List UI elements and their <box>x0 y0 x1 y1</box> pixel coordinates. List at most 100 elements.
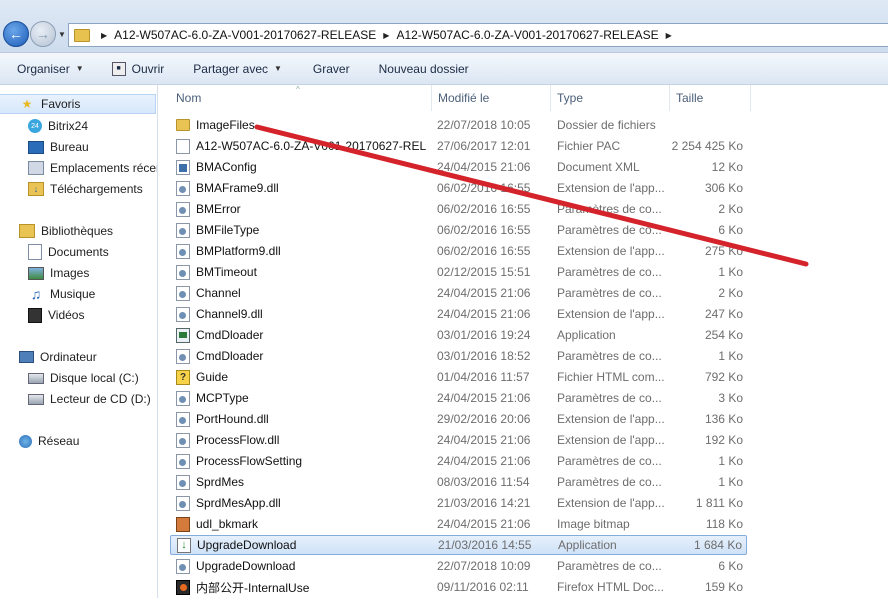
file-row[interactable]: CmdDloader 03/01/2016 18:52 Paramètres de … <box>170 346 747 366</box>
file-name: udl_bkmark <box>196 517 259 531</box>
file-row[interactable]: A12-W507AC-6.0-ZA-V001-20170627-REL... 27… <box>170 136 747 156</box>
open-button[interactable]: ■ Ouvrir <box>111 61 164 76</box>
file-type: Paramètres de co... <box>557 349 662 363</box>
nav-lecteur-cd[interactable]: Lecteur de CD (D:) <box>0 389 151 409</box>
settings-file-icon <box>176 285 190 301</box>
share-with-menu[interactable]: Partager avec ▼ <box>193 62 282 76</box>
file-row[interactable]: Channel9.dll 24/04/2015 21:06 Extension de… <box>170 304 747 324</box>
desktop-icon <box>28 140 44 154</box>
file-date: 01/04/2016 11:57 <box>437 370 530 384</box>
file-row[interactable]: ↓ UpgradeDownload 21/03/2016 14:55 Applicat… <box>170 535 747 555</box>
file-name: A12-W507AC-6.0-ZA-V001-20170627-REL... <box>196 139 426 153</box>
file-name-cell: ? Guide <box>176 369 426 385</box>
nav-label: Musique <box>50 287 96 301</box>
dll-icon <box>176 243 190 259</box>
file-type: Paramètres de co... <box>557 265 662 279</box>
breadcrumb-item[interactable]: A12-W507AC-6.0-ZA-V001-20170627-RELEASE <box>114 28 376 42</box>
column-header-label: Taille <box>676 91 704 105</box>
file-row[interactable]: ProcessFlowSetting 24/04/2015 21:06 Paramè… <box>170 451 747 471</box>
breadcrumb-chevron-icon[interactable]: ▶ <box>101 31 107 40</box>
file-row[interactable]: UpgradeDownload 22/07/2018 10:09 Paramètre… <box>170 556 747 576</box>
nav-label: Documents <box>48 245 109 259</box>
settings-file-icon <box>176 222 190 238</box>
nav-label: Bibliothèques <box>41 224 114 238</box>
file-type: Application <box>557 328 616 342</box>
file-type: Image bitmap <box>557 517 630 531</box>
nav-musique[interactable]: ♫ Musique <box>0 284 96 304</box>
file-name-cell: A12-W507AC-6.0-ZA-V001-20170627-REL... <box>176 138 426 154</box>
back-arrow-icon: ← <box>9 26 23 42</box>
file-name: Channel9.dll <box>196 307 263 321</box>
column-header-name[interactable]: Nom <box>170 85 432 111</box>
file-type: Extension de l'app... <box>557 412 665 426</box>
breadcrumb-item[interactable]: A12-W507AC-6.0-ZA-V001-20170627-RELEASE <box>396 28 658 42</box>
file-date: 06/02/2016 16:55 <box>437 223 531 237</box>
recent-places-icon <box>28 161 44 175</box>
file-date: 22/07/2018 10:09 <box>437 559 531 573</box>
forward-button[interactable]: → <box>30 21 56 47</box>
file-name-cell: BMAConfig <box>176 159 426 175</box>
breadcrumb-chevron-icon[interactable]: ▶ <box>383 31 389 40</box>
file-row[interactable]: udl_bkmark 24/04/2015 21:06 Image bitmap 11… <box>170 514 747 534</box>
file-row[interactable]: ? Guide 01/04/2016 11:57 Fichier HTML com..… <box>170 367 747 387</box>
file-row[interactable]: BMError 06/02/2016 16:55 Paramètres de co.… <box>170 199 747 219</box>
chevron-down-icon: ▼ <box>274 64 282 73</box>
column-header-size[interactable]: Taille <box>670 85 751 111</box>
nav-reseau[interactable]: Réseau <box>0 431 79 451</box>
nav-images[interactable]: Images <box>0 263 89 283</box>
file-row[interactable]: BMAConfig 24/04/2015 21:06 Document XML 12 … <box>170 157 747 177</box>
file-name-cell: Channel <box>176 285 426 301</box>
nav-bibliotheques[interactable]: Bibliothèques <box>0 221 113 241</box>
file-row[interactable]: CmdDloader 03/01/2016 19:24 Application 254… <box>170 325 747 345</box>
nav-favoris[interactable]: ★ Favoris <box>0 94 156 114</box>
burn-button[interactable]: Graver <box>313 62 350 76</box>
network-globe-icon <box>19 434 32 448</box>
breadcrumb-chevron-icon[interactable]: ▶ <box>666 31 672 40</box>
organiser-menu[interactable]: Organiser ▼ <box>17 62 84 76</box>
dll-icon <box>176 411 190 427</box>
file-type: Application <box>558 538 617 552</box>
address-field[interactable]: ▶ A12-W507AC-6.0-ZA-V001-20170627-RELEAS… <box>68 23 888 47</box>
file-row[interactable]: MCPType 24/04/2015 21:06 Paramètres de co.… <box>170 388 747 408</box>
file-name-cell: ProcessFlow.dll <box>176 432 426 448</box>
nav-ordinateur[interactable]: Ordinateur <box>0 347 97 367</box>
file-type: Dossier de fichiers <box>557 118 656 132</box>
nav-bitrix24[interactable]: 24 Bitrix24 <box>0 116 88 136</box>
file-row[interactable]: Channel 24/04/2015 21:06 Paramètres de co.… <box>170 283 747 303</box>
libraries-icon <box>19 224 35 238</box>
nav-label: Vidéos <box>48 308 85 322</box>
file-name-cell: BMAFrame9.dll <box>176 180 426 196</box>
file-row[interactable]: ProcessFlow.dll 24/04/2015 21:06 Extension… <box>170 430 747 450</box>
settings-file-icon <box>176 558 190 574</box>
nav-videos[interactable]: Vidéos <box>0 305 84 325</box>
share-label: Partager avec <box>193 61 268 76</box>
column-header-date[interactable]: Modifié le <box>432 85 551 111</box>
nav-label: Favoris <box>41 97 81 111</box>
file-size: 2 Ko <box>718 286 743 300</box>
file-row[interactable]: SprdMes 08/03/2016 11:54 Paramètres de co.… <box>170 472 747 492</box>
file-row[interactable]: BMFileType 06/02/2016 16:55 Paramètres de … <box>170 220 747 240</box>
file-row[interactable]: PortHound.dll 29/02/2016 20:06 Extension d… <box>170 409 747 429</box>
nav-telechargements[interactable]: ↓ Téléchargements <box>0 179 143 199</box>
file-name-cell: ProcessFlowSetting <box>176 453 426 469</box>
column-header-type[interactable]: Type <box>551 85 670 111</box>
file-row[interactable]: ImageFiles 22/07/2018 10:05 Dossier de fic… <box>170 115 747 135</box>
file-row[interactable]: BMTimeout 02/12/2015 15:51 Paramètres de c… <box>170 262 747 282</box>
nav-emplacements-recents[interactable]: Emplacements récents <box>0 158 157 178</box>
new-folder-button[interactable]: Nouveau dossier <box>379 62 469 76</box>
file-row[interactable]: BMPlatform9.dll 06/02/2016 16:55 Extension… <box>170 241 747 261</box>
file-row[interactable]: BMAFrame9.dll 06/02/2016 16:55 Extension d… <box>170 178 747 198</box>
file-row[interactable]: SprdMesApp.dll 21/03/2016 14:21 Extension … <box>170 493 747 513</box>
file-type: Paramètres de co... <box>557 391 662 405</box>
file-date: 08/03/2016 11:54 <box>437 475 530 489</box>
file-name-cell: ↓ UpgradeDownload <box>177 537 427 553</box>
nav-bureau[interactable]: Bureau <box>0 137 89 157</box>
file-name: PortHound.dll <box>196 412 269 426</box>
nav-disque-local[interactable]: Disque local (C:) <box>0 368 139 388</box>
file-row[interactable]: 内部公开-InternalUse 09/11/2016 02:11 Firefox … <box>170 577 747 597</box>
nav-documents[interactable]: Documents <box>0 242 109 262</box>
downloads-folder-icon: ↓ <box>28 182 44 196</box>
recent-pages-dropdown[interactable]: ▼ <box>58 30 66 39</box>
application-icon <box>176 327 190 343</box>
back-button[interactable]: ← <box>3 21 29 47</box>
